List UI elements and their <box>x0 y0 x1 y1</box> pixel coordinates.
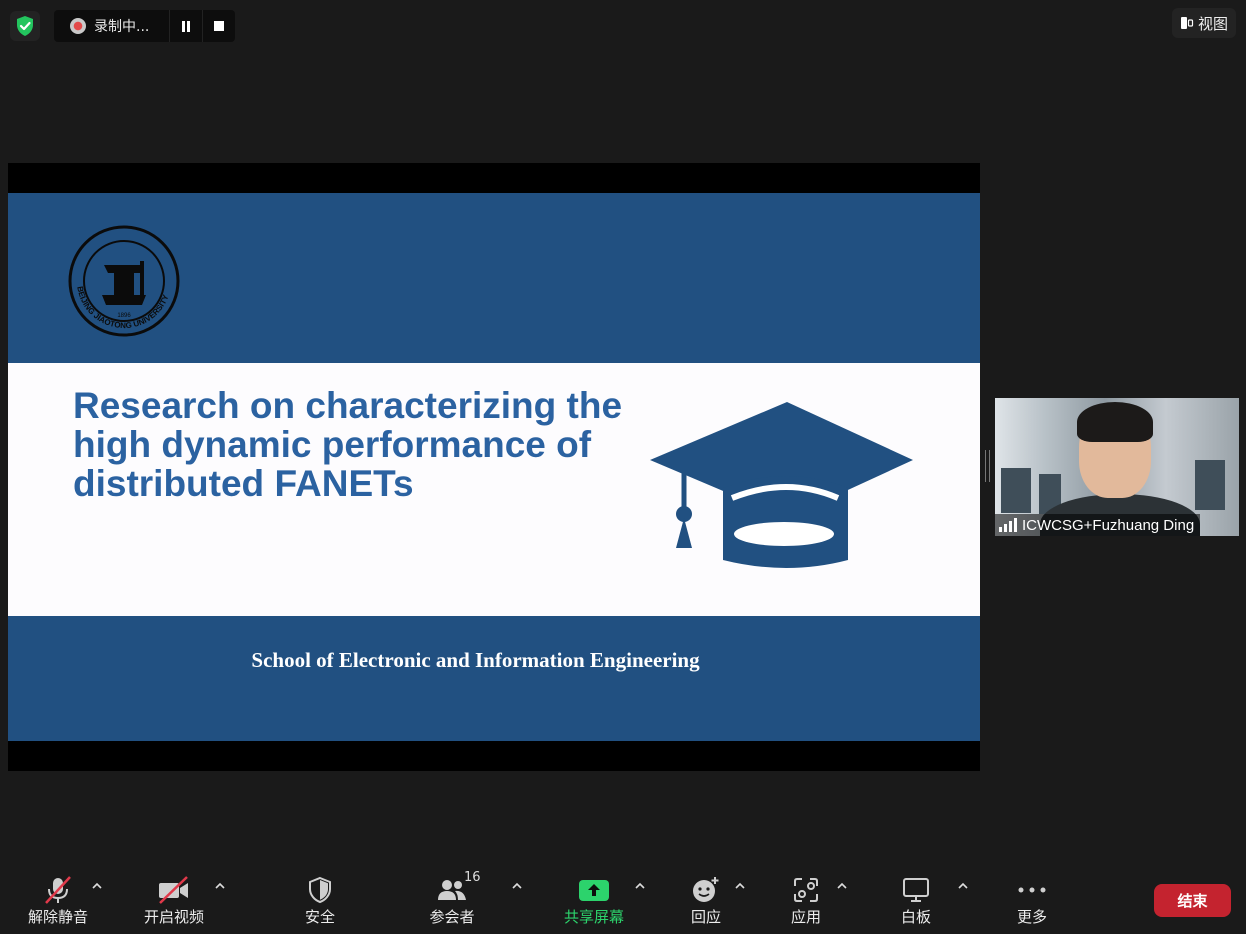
start-video-button[interactable]: 开启视频 <box>140 876 208 927</box>
whiteboard-button[interactable]: 白板 <box>898 876 934 927</box>
meeting-toolbar: 解除静音 开启视频 安全 16 参会者 共享屏幕 回应 应用 白板 更多 <box>0 862 1246 934</box>
view-label: 视图 <box>1197 14 1228 33</box>
slide-title-line-2: high dynamic performance of <box>73 424 592 465</box>
security-button[interactable]: 安全 <box>300 876 340 927</box>
reactions-label: 回应 <box>690 908 721 926</box>
emoji-add-icon <box>693 877 719 902</box>
signal-strength-icon <box>999 518 1017 532</box>
slide-subtitle: School of Electronic and Information Eng… <box>251 648 700 672</box>
shared-screen: BEIJING JIAOTONG UNIVERSITY 1896 Researc… <box>8 163 980 771</box>
chevron-up-icon[interactable] <box>734 880 746 892</box>
pause-recording-button[interactable] <box>169 10 202 42</box>
panel-resize-handle[interactable] <box>985 450 990 482</box>
shield-check-icon <box>17 16 33 36</box>
more-dots-icon <box>1018 887 1046 893</box>
chevron-up-icon[interactable] <box>634 880 646 892</box>
share-screen-icon <box>579 880 609 901</box>
participant-hair <box>1077 402 1153 442</box>
slide-title-line-3: distributed FANETs <box>73 463 414 504</box>
participants-label: 参会者 <box>429 908 475 926</box>
security-label: 安全 <box>304 908 335 926</box>
stop-recording-button[interactable] <box>202 10 235 42</box>
share-screen-button[interactable]: 共享屏幕 <box>560 876 628 927</box>
top-left-controls: 录制中... <box>10 10 236 42</box>
apps-label: 应用 <box>790 908 821 926</box>
background-window-pane <box>1195 460 1225 510</box>
recording-label: 录制中... <box>94 19 150 35</box>
end-meeting-button[interactable]: 结束 <box>1154 884 1231 917</box>
participant-count-badge: 16 <box>464 870 481 885</box>
meeting-info-button[interactable] <box>10 11 40 41</box>
background-window-pane <box>1001 468 1031 513</box>
graduation-cap-icon <box>650 402 913 568</box>
unmute-label: 解除静音 <box>27 908 88 926</box>
shield-icon <box>309 876 331 904</box>
unmute-button[interactable]: 解除静音 <box>24 876 92 927</box>
camera-off-icon <box>159 876 188 904</box>
stop-icon <box>214 21 225 31</box>
chevron-up-icon[interactable] <box>91 880 103 892</box>
participant-video-tile[interactable]: ICWCSG+Fuzhuang Ding <box>995 398 1239 536</box>
participants-button[interactable]: 16 参会者 <box>420 870 484 927</box>
university-seal-logo: BEIJING JIAOTONG UNIVERSITY 1896 <box>68 225 180 337</box>
microphone-muted-icon <box>45 876 71 904</box>
whiteboard-icon <box>903 878 929 902</box>
presentation-slide: BEIJING JIAOTONG UNIVERSITY 1896 Researc… <box>8 193 980 741</box>
chevron-up-icon[interactable] <box>957 880 969 892</box>
pause-icon <box>182 20 191 32</box>
apps-button[interactable]: 应用 <box>788 876 824 927</box>
participant-name: ICWCSG+Fuzhuang Ding <box>1022 516 1195 534</box>
slide-title-line-1: Research on characterizing the <box>73 385 623 426</box>
more-button[interactable]: 更多 <box>1014 876 1050 927</box>
whiteboard-label: 白板 <box>900 908 931 926</box>
reactions-button[interactable]: 回应 <box>688 876 724 927</box>
recording-status-pill: 录制中... <box>54 10 236 42</box>
logo-year: 1896 <box>117 313 131 319</box>
share-screen-label: 共享屏幕 <box>563 908 624 926</box>
chevron-up-icon[interactable] <box>214 880 226 892</box>
view-button[interactable]: 视图 <box>1171 8 1236 38</box>
chevron-up-icon[interactable] <box>511 880 523 892</box>
recording-dot-icon <box>70 18 86 34</box>
apps-icon <box>794 878 818 902</box>
view-layout-icon <box>1180 17 1194 29</box>
participant-name-tag: ICWCSG+Fuzhuang Ding <box>995 514 1201 536</box>
slide-title: Research on characterizing the high dyna… <box>73 386 653 503</box>
start-video-label: 开启视频 <box>143 908 204 926</box>
recording-indicator: 录制中... <box>54 10 169 42</box>
chevron-up-icon[interactable] <box>836 880 848 892</box>
more-label: 更多 <box>1016 908 1047 926</box>
